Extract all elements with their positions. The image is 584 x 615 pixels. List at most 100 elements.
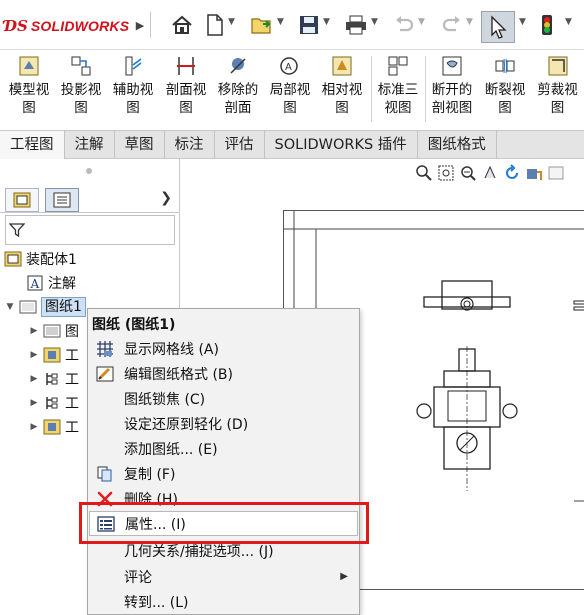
tree-item-child[interactable]: ▶ 工 <box>28 416 79 438</box>
rebuild-traffic-light-icon[interactable] <box>535 13 559 37</box>
tab-addins[interactable]: SOLIDWORKS 插件 <box>265 131 418 159</box>
tree-item-child[interactable]: ▶ 工 <box>28 392 79 414</box>
property-manager-icon <box>53 192 71 208</box>
model-view-button[interactable]: 模型视图 <box>4 52 54 126</box>
menu-item-label: 转到... (L) <box>124 594 189 611</box>
expand-arrow-icon[interactable]: ▶ <box>28 422 40 432</box>
relative-view-label-1: 相对视 <box>321 82 363 98</box>
zoom-to-fit-icon[interactable] <box>413 162 435 184</box>
chevron-down-icon[interactable]: ▼ <box>466 17 473 27</box>
tree-item-assembly[interactable]: 装配体1 <box>4 248 77 270</box>
model-view-icon <box>17 54 41 78</box>
menu-item-set-resolved-to-lightweight[interactable]: 设定还原到轻化 (D) <box>89 411 358 436</box>
standard-three-view-button[interactable]: 标准三 视图 <box>373 52 423 126</box>
menu-item-copy[interactable]: 复制 (F) <box>89 461 358 486</box>
menu-item-comment[interactable]: 评论 ▶ <box>89 564 358 589</box>
display-style-icon[interactable] <box>523 162 545 184</box>
undo-icon[interactable] <box>392 13 416 37</box>
auxiliary-view-icon <box>121 54 145 78</box>
auxiliary-view-label-1: 辅助视 <box>112 82 154 98</box>
detail-view-button[interactable]: A 局部视图 <box>264 52 316 126</box>
tree-filter-box[interactable] <box>5 215 175 245</box>
svg-text:A: A <box>285 62 292 73</box>
chevron-down-icon[interactable]: ▼ <box>323 17 330 27</box>
expand-arrow-icon[interactable]: ▶ <box>28 374 40 384</box>
tree-item-child[interactable]: ▶ 图 <box>28 320 79 342</box>
open-document-icon[interactable] <box>250 13 274 37</box>
view-settings-icon[interactable] <box>545 162 567 184</box>
property-manager-tab[interactable] <box>45 188 79 212</box>
menu-item-label: 评论 <box>124 569 152 586</box>
pan-icon[interactable] <box>479 162 501 184</box>
feature-tree-icon <box>13 192 31 208</box>
tab-sketch[interactable]: 草图 <box>115 131 165 159</box>
menu-item-edit-sheet-format[interactable]: 编辑图纸格式 (B) <box>89 361 358 386</box>
flyout-arrow-icon[interactable]: ▶ <box>134 16 146 34</box>
expand-arrow-icon[interactable]: ▶ <box>28 350 40 360</box>
removed-section-label-2: 剖面 <box>224 100 252 116</box>
toolbar-divider <box>150 12 151 38</box>
section-view-button[interactable]: 剖面视图 <box>160 52 212 126</box>
menu-item-add-sheet[interactable]: 添加图纸... (E) <box>89 436 358 461</box>
break-view-button[interactable]: 断裂视图 <box>479 52 531 126</box>
svg-text:A: A <box>30 277 40 291</box>
tab-sheet-format[interactable]: 图纸格式 <box>418 131 497 159</box>
tree-item-label: 工 <box>65 396 79 412</box>
heads-up-view-toolbar <box>413 162 567 184</box>
sheet-format-icon <box>43 322 61 340</box>
collapse-arrow-icon[interactable]: ▼ <box>4 302 16 312</box>
copy-icon <box>92 463 118 485</box>
menu-item-lock-sheet-focus[interactable]: 图纸锁焦 (C) <box>89 386 358 411</box>
tree-item-child[interactable]: ▶ 工 <box>28 368 79 390</box>
removed-section-button[interactable]: 移除的 剖面 <box>212 52 264 126</box>
expand-arrow-icon[interactable]: ▶ <box>28 326 40 336</box>
tree-item-label: 装配体1 <box>26 252 77 268</box>
relative-view-button[interactable]: 相对视图 <box>316 52 368 126</box>
print-icon[interactable] <box>344 13 368 37</box>
chevron-down-icon[interactable]: ▼ <box>228 17 235 27</box>
tree-item-sheet[interactable]: ▼ 图纸1 <box>4 296 86 318</box>
chevron-down-icon[interactable]: ▼ <box>371 17 378 27</box>
relative-view-label-2: 图 <box>335 100 349 116</box>
rotate-icon[interactable] <box>501 162 523 184</box>
chevron-down-icon[interactable]: ▼ <box>519 17 526 27</box>
context-menu-title: 图纸 (图纸1) <box>92 317 176 333</box>
broken-out-section-label-2: 剖视图 <box>431 100 473 116</box>
feature-tree-tab[interactable] <box>5 188 39 212</box>
menu-item-display-grid[interactable]: 显示网格线 (A) <box>89 336 358 361</box>
menu-item-label: 显示网格线 (A) <box>124 341 219 358</box>
chevron-down-icon[interactable]: ▼ <box>418 17 425 27</box>
projected-view-button[interactable]: 投影视图 <box>56 52 106 126</box>
home-icon[interactable] <box>170 13 194 37</box>
tab-annotation[interactable]: 注解 <box>65 131 115 159</box>
zoom-to-area-icon[interactable] <box>435 162 457 184</box>
menu-item-go-to[interactable]: 转到... (L) <box>89 589 358 614</box>
command-manager-tabs: 工程图 注解 草图 标注 评估 SOLIDWORKS 插件 图纸格式 <box>0 130 584 159</box>
detail-view-label-2: 图 <box>283 100 297 116</box>
chevron-right-icon[interactable]: ❯ <box>160 190 172 206</box>
crop-view-button[interactable]: 剪裁视图 <box>531 52 584 126</box>
panel-grip-handle[interactable] <box>86 168 92 174</box>
auxiliary-view-button[interactable]: 辅助视图 <box>108 52 158 126</box>
crop-view-label-2: 图 <box>550 100 565 116</box>
broken-out-section-button[interactable]: 断开的 剖视图 <box>427 52 477 126</box>
tab-markup[interactable]: 标注 <box>165 131 215 159</box>
expand-arrow-icon[interactable]: ▶ <box>28 398 40 408</box>
chevron-down-icon[interactable]: ▼ <box>565 17 572 27</box>
brand-name: SOLIDWORKS <box>30 18 130 34</box>
tree-item-annotations[interactable]: A 注解 <box>26 272 76 294</box>
menu-item-label: 复制 (F) <box>124 466 176 483</box>
projected-view-icon <box>69 54 93 78</box>
ribbon-divider <box>425 56 426 122</box>
previous-view-icon[interactable] <box>457 162 479 184</box>
menu-item-label: 编辑图纸格式 (B) <box>124 366 233 383</box>
new-document-icon[interactable] <box>203 13 227 37</box>
tab-evaluate[interactable]: 评估 <box>215 131 265 159</box>
section-view-label-1: 剖面视 <box>165 82 207 98</box>
redo-icon[interactable] <box>440 13 464 37</box>
tree-item-child[interactable]: ▶ 工 <box>28 344 79 366</box>
tab-drawing[interactable]: 工程图 <box>0 131 65 159</box>
chevron-down-icon[interactable]: ▼ <box>277 17 284 27</box>
save-icon[interactable] <box>297 13 321 37</box>
select-tool-button[interactable] <box>481 11 515 43</box>
